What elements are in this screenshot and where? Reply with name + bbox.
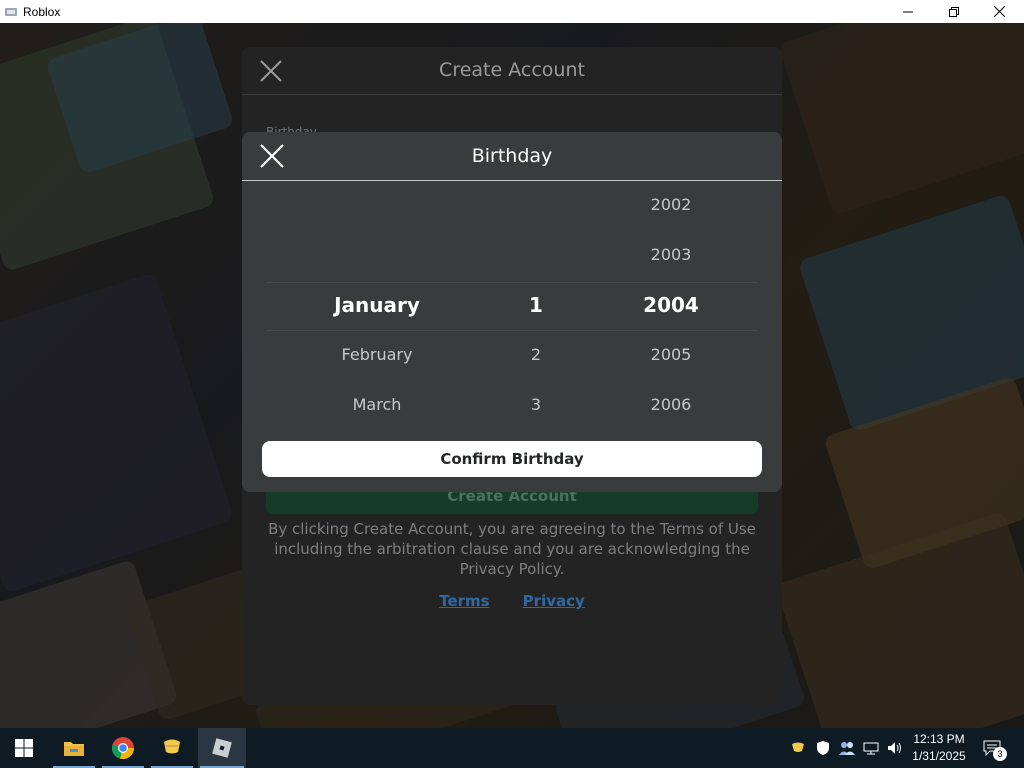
month-selected[interactable]: January xyxy=(277,293,477,317)
month-option[interactable]: March xyxy=(277,395,477,410)
shield-icon xyxy=(817,741,829,755)
minimize-icon xyxy=(903,11,913,12)
restore-button[interactable] xyxy=(931,0,977,23)
volume-icon xyxy=(888,742,901,754)
year-option[interactable]: 2005 xyxy=(621,345,721,364)
birthday-modal: Birthday January February March 1 2 3 20… xyxy=(242,132,782,492)
close-window-button[interactable] xyxy=(976,0,1022,23)
chrome-icon xyxy=(111,737,135,760)
year-selected[interactable]: 2004 xyxy=(621,293,721,317)
confirm-birthday-button[interactable]: Confirm Birthday xyxy=(262,441,762,477)
taskbar-file-explorer[interactable] xyxy=(51,728,97,768)
network-icon xyxy=(863,742,879,755)
tray-notes[interactable] xyxy=(786,728,810,768)
month-wheel[interactable]: January February March xyxy=(277,182,477,410)
people-icon xyxy=(839,742,855,755)
day-option[interactable]: 2 xyxy=(486,345,586,364)
tray-people[interactable] xyxy=(835,728,859,768)
month-option[interactable]: February xyxy=(277,345,477,364)
start-icon xyxy=(15,739,33,757)
roblox-icon xyxy=(212,738,232,758)
start-button[interactable] xyxy=(0,728,48,768)
day-wheel[interactable]: 1 2 3 xyxy=(486,182,586,410)
clock-date: 1/31/2025 xyxy=(912,749,966,763)
clock-time: 12:13 PM xyxy=(913,732,965,746)
roblox-app-icon xyxy=(5,7,17,16)
taskbar-notes[interactable] xyxy=(149,728,195,768)
taskbar: 12:13 PM 1/31/2025 3 xyxy=(0,728,1024,768)
window-titlebar: Roblox xyxy=(0,0,1024,23)
taskbar-chrome[interactable] xyxy=(100,728,146,768)
year-wheel[interactable]: 2002 2003 2004 2005 2006 xyxy=(621,182,721,410)
notification-count-badge: 3 xyxy=(993,747,1007,761)
tray-network[interactable] xyxy=(859,728,883,768)
year-option[interactable]: 2003 xyxy=(621,245,721,264)
window-title: Roblox xyxy=(23,4,61,19)
taskbar-clock[interactable]: 12:13 PM 1/31/2025 xyxy=(906,731,972,765)
day-option[interactable]: 3 xyxy=(486,395,586,410)
close-icon xyxy=(993,6,1005,17)
birthday-modal-title: Birthday xyxy=(471,145,553,167)
year-option[interactable]: 2006 xyxy=(621,395,721,410)
year-option[interactable]: 2002 xyxy=(621,195,721,214)
day-selected[interactable]: 1 xyxy=(486,293,586,317)
tray-volume[interactable] xyxy=(883,728,907,768)
restore-icon xyxy=(949,6,959,17)
notes-icon xyxy=(164,739,180,754)
file-explorer-icon xyxy=(64,742,84,756)
taskbar-roblox[interactable] xyxy=(198,728,246,768)
date-picker[interactable]: January February March 1 2 3 2002 2003 2… xyxy=(242,182,782,410)
notes-icon xyxy=(792,742,804,752)
tray-security[interactable] xyxy=(811,728,835,768)
birthday-modal-header: Birthday xyxy=(242,132,782,181)
minimize-button[interactable] xyxy=(885,0,931,23)
